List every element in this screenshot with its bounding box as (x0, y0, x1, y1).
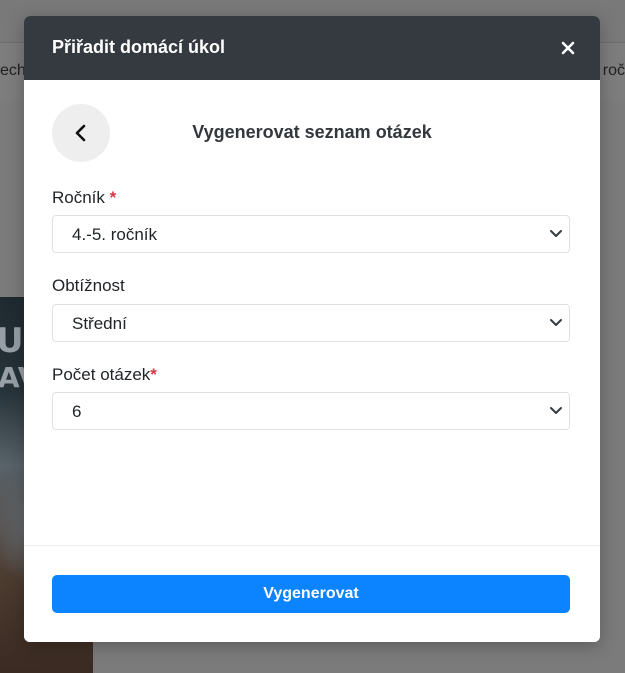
question-count-select[interactable]: 6 (52, 392, 570, 430)
generate-button[interactable]: Vygenerovat (52, 575, 570, 613)
chevron-down-icon (550, 319, 562, 326)
difficulty-label-text: Obtížnost (52, 276, 125, 295)
question-count-label: Počet otázek* (52, 365, 157, 385)
question-count-select-value: 6 (72, 402, 82, 421)
close-button[interactable] (554, 34, 582, 62)
difficulty-label: Obtížnost (52, 276, 125, 296)
background-tab-left: ech (0, 62, 26, 79)
modal-footer: Vygenerovat (24, 545, 600, 642)
grade-select[interactable]: 4.-5. ročník (52, 215, 570, 253)
question-count-label-text: Počet otázek (52, 365, 151, 384)
background-tab-right: roč (602, 62, 625, 79)
modal-subtitle: Vygenerovat seznam otázek (192, 122, 432, 142)
required-mark: * (150, 365, 157, 384)
modal-title: Přiřadit domácí úkol (52, 37, 226, 57)
grade-select-value: 4.-5. ročník (72, 225, 158, 244)
chevron-down-icon (550, 230, 562, 237)
grade-label: Ročník * (52, 188, 116, 208)
grade-label-text: Ročník (52, 188, 105, 207)
modal-header: Přiřadit domácí úkol (24, 16, 600, 80)
assign-homework-modal: Přiřadit domácí úkol Vygenerovat seznam … (24, 16, 600, 642)
difficulty-select-value: Střední (72, 314, 127, 333)
required-mark: * (109, 188, 117, 207)
close-icon (561, 41, 575, 55)
difficulty-select[interactable]: Střední (52, 304, 570, 342)
chevron-down-icon (550, 407, 562, 414)
